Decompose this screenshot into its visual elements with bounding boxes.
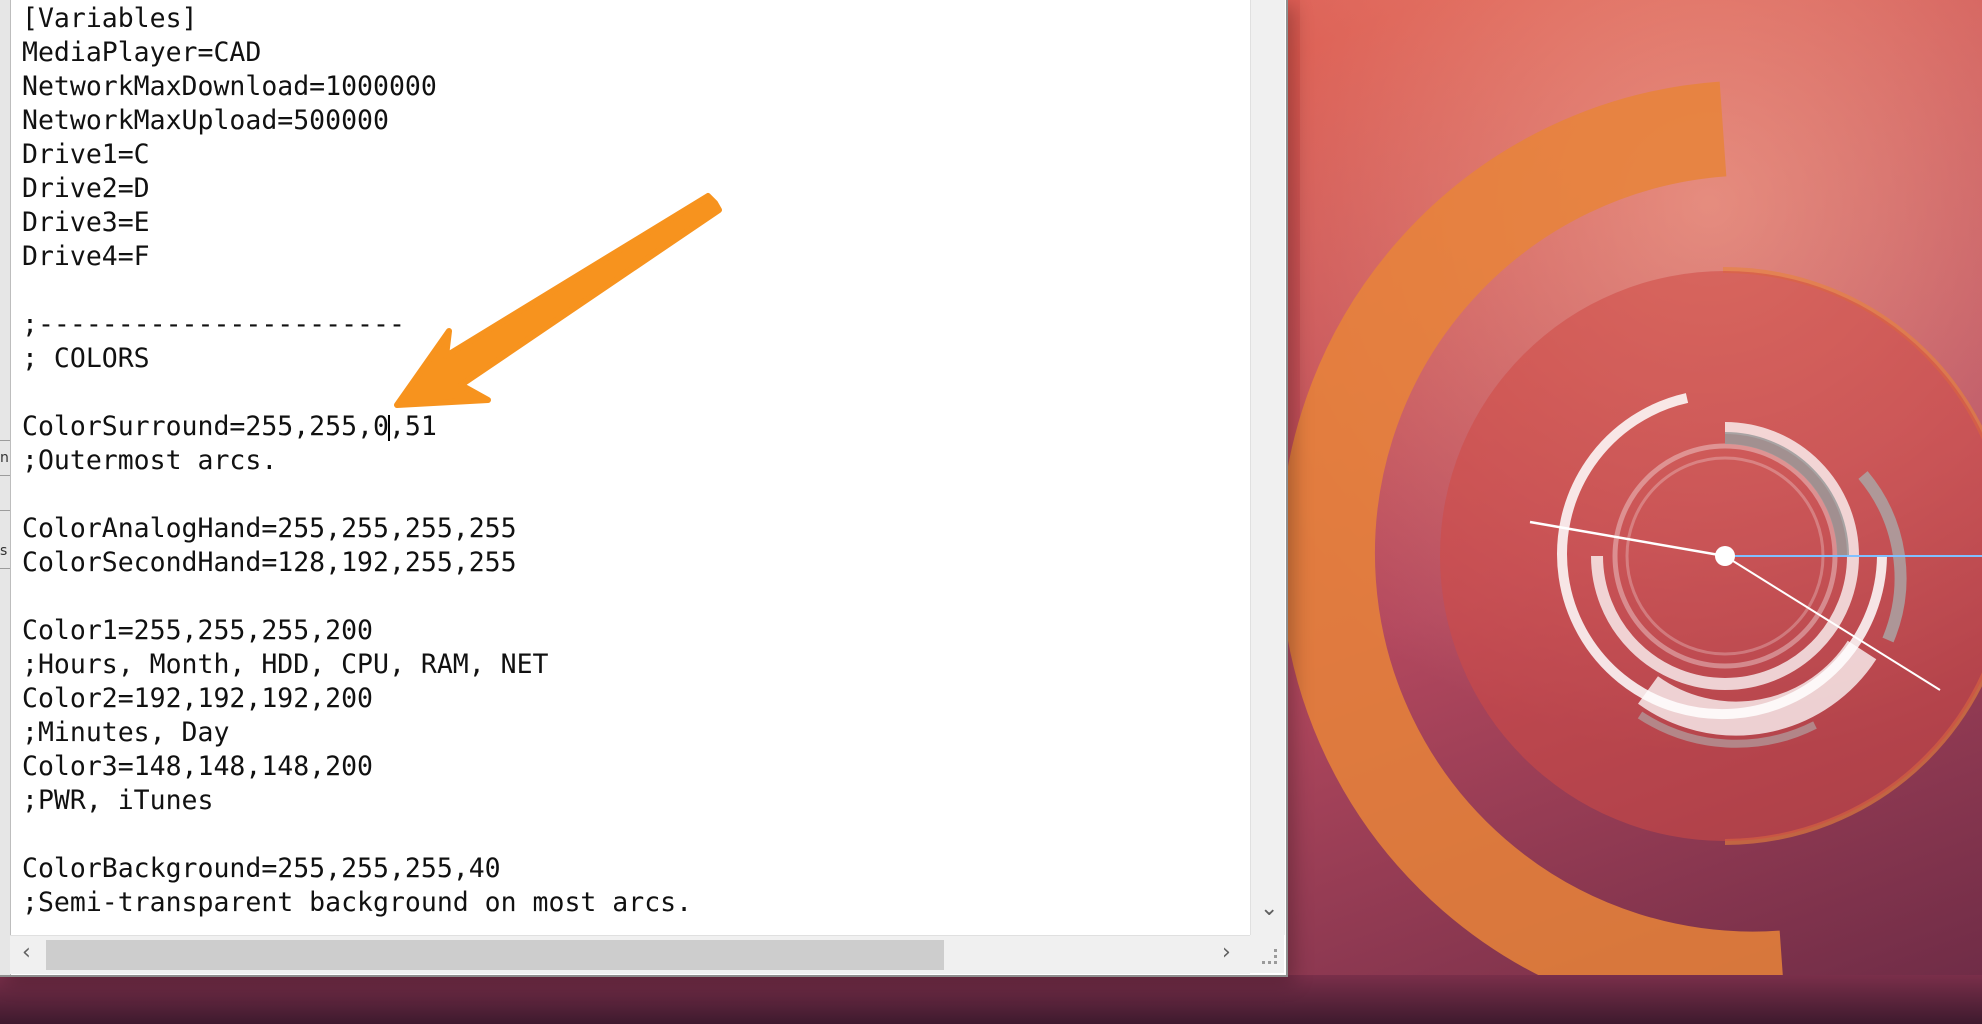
- annotation-arrow-shape: [394, 193, 722, 408]
- annotation-arrow-icon: [394, 193, 722, 408]
